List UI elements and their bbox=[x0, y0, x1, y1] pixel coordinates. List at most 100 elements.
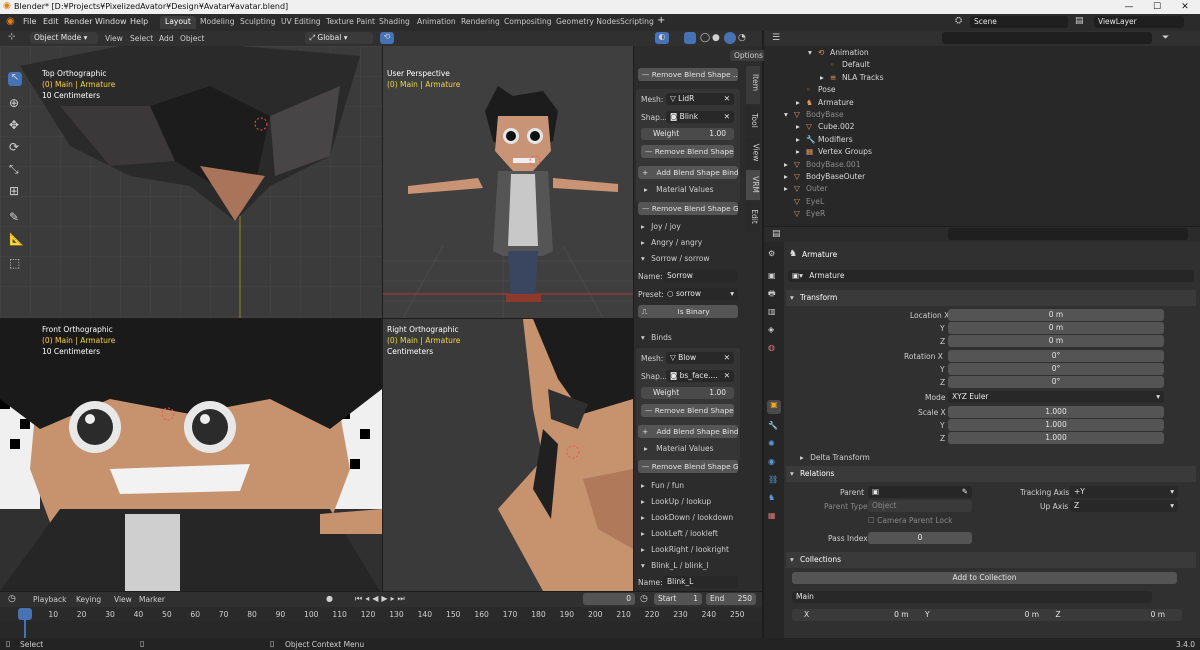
shading-material-icon[interactable] bbox=[724, 32, 736, 44]
scene-selector[interactable]: Scene bbox=[970, 16, 1068, 28]
up-axis-selector[interactable]: Z ▾ bbox=[1070, 500, 1178, 512]
menu-add[interactable]: Add bbox=[159, 34, 174, 43]
add-blend-shape-bind-button[interactable]: + Add Blend Shape Bind bbox=[638, 166, 738, 179]
remove-blend-shape-group-button[interactable]: — Remove Blend Shape Gr... bbox=[638, 460, 738, 473]
binds-toggle[interactable]: ▾ Binds bbox=[641, 333, 672, 342]
parent-field[interactable]: ▣ ✎ bbox=[868, 486, 972, 498]
constraints-tab-icon[interactable]: ⛓ bbox=[768, 474, 778, 486]
tab-modeling[interactable]: Modeling bbox=[195, 16, 240, 29]
shape-field[interactable]: ◙ Blink ✕ bbox=[666, 111, 734, 123]
weight-slider[interactable]: Weight 1.00 bbox=[641, 387, 734, 399]
tab-scripting[interactable]: Scripting bbox=[615, 16, 659, 29]
expand-arrow-icon[interactable]: ▸ bbox=[784, 172, 794, 181]
expand-arrow-icon[interactable]: ▸ bbox=[796, 122, 806, 131]
menu-keying[interactable]: Keying bbox=[76, 595, 101, 604]
tab-item[interactable]: Item bbox=[746, 66, 760, 104]
pass-index-field[interactable]: 0 bbox=[868, 532, 972, 544]
group-lookup[interactable]: ▸ LookUp / lookup bbox=[641, 497, 711, 506]
outliner-row[interactable]: ▸ ▦ Vertex Groups bbox=[796, 147, 872, 156]
scale-x-field[interactable]: 1.000 bbox=[948, 406, 1164, 418]
filter-icon[interactable]: ⏷ bbox=[1162, 33, 1169, 43]
add-workspace-icon[interactable]: + bbox=[657, 15, 665, 26]
close-icon[interactable]: ✕ bbox=[1176, 1, 1194, 13]
outliner-row[interactable]: ▸ ▽ Outer bbox=[784, 184, 828, 193]
overlay-icon[interactable]: ◐ bbox=[655, 32, 669, 44]
editor-type-icon[interactable]: ⊹ bbox=[8, 32, 16, 42]
blender-menu-icon[interactable]: ◉ bbox=[6, 16, 15, 27]
record-icon[interactable]: ● bbox=[326, 594, 333, 603]
scale-y-field[interactable]: 1.000 bbox=[948, 419, 1164, 431]
tab-geometry-nodes[interactable]: Geometry Nodes bbox=[551, 16, 625, 29]
relations-panel-header[interactable]: ▾ Relations bbox=[786, 466, 1196, 482]
snap-icon[interactable]: ⟲ bbox=[380, 32, 394, 44]
transform-panel-header[interactable]: ▾ Transform bbox=[786, 290, 1196, 306]
playback-controls-icon[interactable]: ⏮◂◀▶▸⏭ bbox=[355, 594, 408, 604]
outliner-row[interactable]: ◦ Default bbox=[820, 60, 870, 69]
tracking-axis-selector[interactable]: +Y ▾ bbox=[1070, 486, 1178, 498]
object-tab-icon[interactable]: ▣ bbox=[767, 400, 781, 414]
shape-field[interactable]: ◙ bs_face.... ✕ bbox=[666, 370, 734, 382]
transform-orientation-selector[interactable]: ⤢ Global ▾ bbox=[305, 32, 373, 44]
shading-solid-icon[interactable]: ● bbox=[712, 33, 720, 43]
remove-blend-shape-button[interactable]: — Remove Blend Shape ... bbox=[641, 404, 734, 417]
outliner-row[interactable]: ▸ ♞ Armature bbox=[796, 98, 854, 107]
expand-arrow-icon[interactable]: ▸ bbox=[784, 184, 794, 193]
outliner-row[interactable]: ▸ 🔧 Modifiers bbox=[796, 135, 853, 144]
select-tool-icon[interactable]: ↖ bbox=[8, 72, 22, 86]
tab-sculpting[interactable]: Sculpting bbox=[235, 16, 280, 29]
xray-icon[interactable] bbox=[684, 32, 696, 44]
measure-tool-icon[interactable]: 📐 bbox=[9, 232, 24, 246]
group-blink-l[interactable]: ▾ Blink_L / blink_l bbox=[641, 561, 709, 570]
minimize-icon[interactable]: — bbox=[1120, 1, 1138, 13]
outliner-row[interactable]: ▸ ▽ BodyBaseOuter bbox=[784, 172, 865, 181]
group-joy[interactable]: ▸ Joy / joy bbox=[641, 222, 681, 231]
is-binary-toggle[interactable]: ⎍ Is Binary bbox=[638, 305, 738, 318]
expand-arrow-icon[interactable]: ▾ bbox=[808, 48, 818, 57]
rotate-tool-icon[interactable]: ⟳ bbox=[9, 140, 19, 154]
remove-blend-shape-button[interactable]: — Remove Blend Shape ... bbox=[638, 68, 738, 81]
add-cube-tool-icon[interactable]: ⬚ bbox=[9, 256, 20, 270]
end-frame-field[interactable]: End 250 bbox=[706, 593, 756, 605]
particles-tab-icon[interactable]: ✺ bbox=[768, 438, 775, 450]
expand-arrow-icon[interactable]: ▸ bbox=[796, 98, 806, 107]
menu-edit[interactable]: Edit bbox=[43, 17, 59, 26]
group-fun[interactable]: ▸ Fun / fun bbox=[641, 481, 684, 490]
tab-vrm[interactable]: VRM bbox=[746, 170, 760, 200]
menu-object[interactable]: Object bbox=[180, 34, 204, 43]
group-sorrow[interactable]: ▾ Sorrow / sorrow bbox=[641, 254, 709, 263]
tab-uv-editing[interactable]: UV Editing bbox=[276, 16, 326, 29]
output-tab-icon[interactable]: 🖶 bbox=[768, 288, 776, 300]
camera-parent-lock-checkbox[interactable]: ☐ Camera Parent Lock bbox=[868, 516, 952, 525]
tab-edit[interactable]: Edit bbox=[746, 202, 760, 232]
tab-texture-paint[interactable]: Texture Paint bbox=[321, 16, 380, 29]
remove-blend-shape-group-button[interactable]: — Remove Blend Shape Gr... bbox=[638, 202, 738, 215]
playhead[interactable] bbox=[18, 608, 32, 620]
expand-arrow-icon[interactable]: ▸ bbox=[796, 147, 806, 156]
group-lookleft[interactable]: ▸ LookLeft / lookleft bbox=[641, 529, 718, 538]
collections-panel-header[interactable]: ▾ Collections bbox=[786, 552, 1196, 568]
object-name-field[interactable]: ▣▾ Armature bbox=[788, 270, 1194, 282]
location-x-field[interactable]: 0 m bbox=[948, 309, 1164, 321]
viewport-user-perspective[interactable]: User Perspective (0) Main | Armature bbox=[383, 46, 633, 318]
mesh-field[interactable]: ▽ LidR ✕ bbox=[666, 93, 734, 105]
add-blend-shape-bind-button[interactable]: + Add Blend Shape Bind bbox=[638, 425, 738, 438]
expand-arrow-icon[interactable]: ▸ bbox=[820, 73, 830, 82]
tab-layout[interactable]: Layout bbox=[160, 16, 196, 29]
menu-select[interactable]: Select bbox=[130, 34, 153, 43]
shading-wireframe-icon[interactable]: ◯ bbox=[700, 33, 710, 43]
tool-tab-icon[interactable]: ⚙ bbox=[768, 248, 775, 260]
transform-tool-icon[interactable]: ⊞ bbox=[9, 184, 19, 198]
cursor-tool-icon[interactable]: ⊕ bbox=[9, 96, 19, 110]
menu-marker[interactable]: Marker bbox=[139, 595, 165, 604]
material-values-toggle[interactable]: ▸ Material Values bbox=[644, 444, 714, 453]
view-layer-selector[interactable]: ViewLayer bbox=[1094, 16, 1184, 28]
expand-arrow-icon[interactable]: ▸ bbox=[784, 160, 794, 169]
move-tool-icon[interactable]: ✥ bbox=[9, 118, 19, 132]
shading-rendered-icon[interactable]: ◔ bbox=[738, 33, 746, 43]
rotation-mode-selector[interactable]: XYZ Euler ▾ bbox=[948, 391, 1164, 403]
render-tab-icon[interactable]: ▣ bbox=[768, 270, 776, 282]
weight-slider[interactable]: Weight 1.00 bbox=[641, 128, 734, 140]
name-field[interactable]: Blink_L bbox=[663, 576, 738, 588]
outliner-row[interactable]: ▸ ▽ Cube.002 bbox=[796, 122, 855, 131]
object-data-tab-icon[interactable]: ♞ bbox=[768, 492, 775, 504]
